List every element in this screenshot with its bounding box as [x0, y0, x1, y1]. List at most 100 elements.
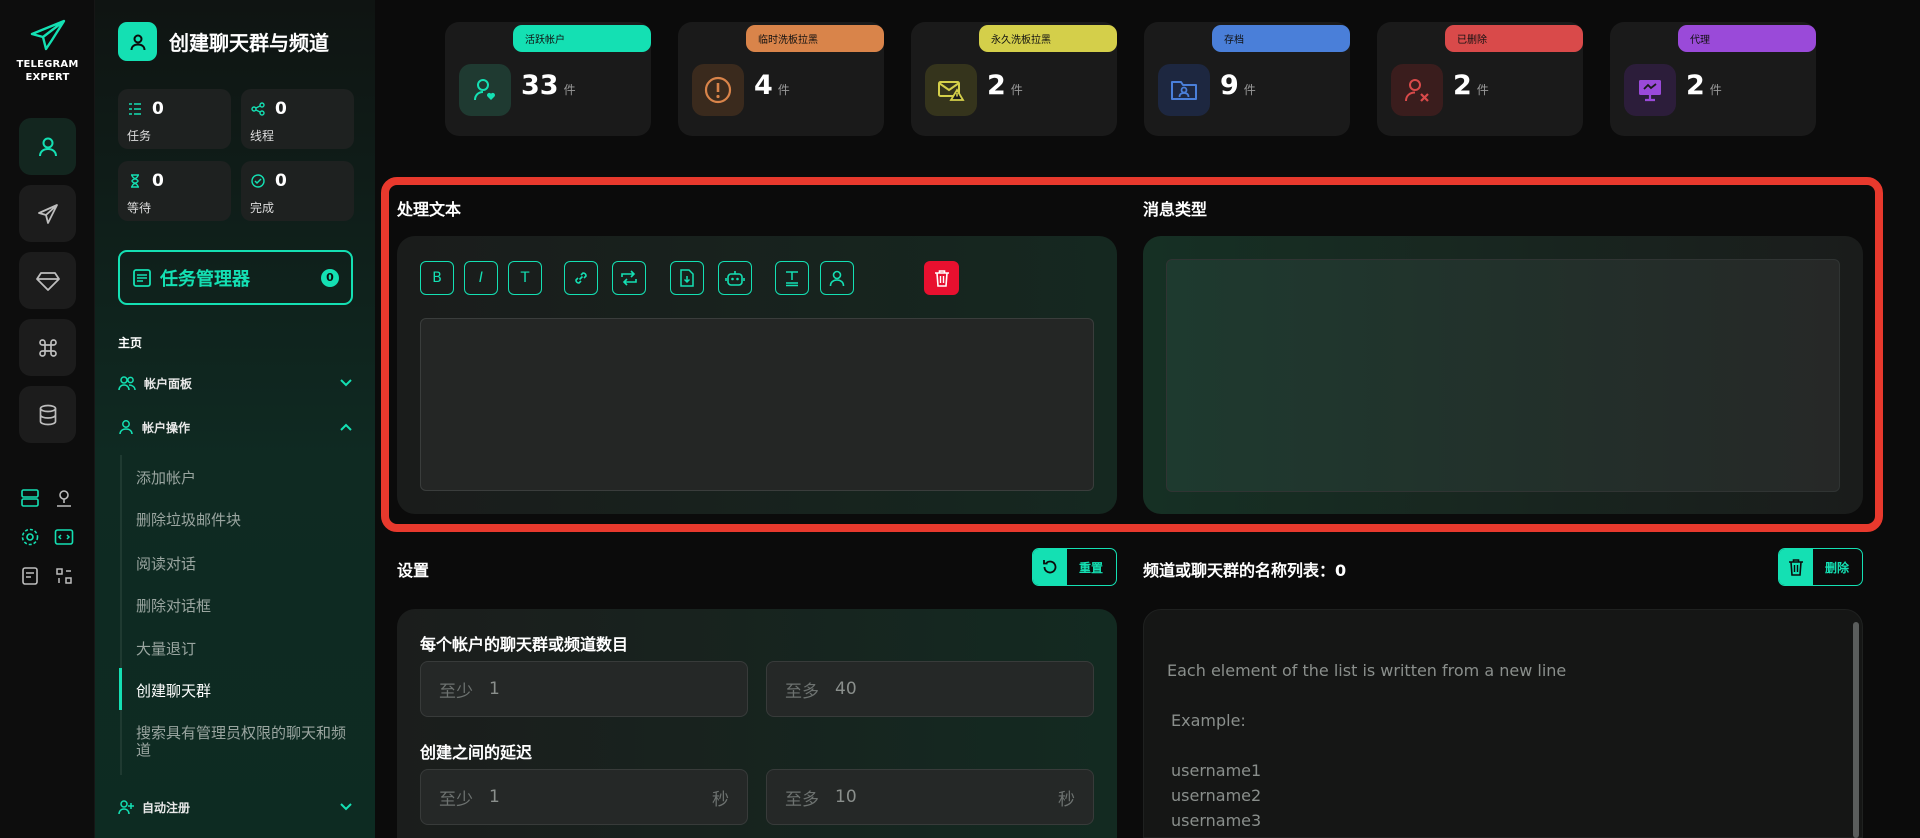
stat-value: 0 — [152, 99, 164, 119]
app-logo: TELEGRAM EXPERT — [0, 18, 95, 84]
delete-list-button[interactable]: 删除 — [1778, 548, 1863, 586]
submenu-active-indicator — [119, 668, 122, 710]
stat-card-value: 2件 — [1453, 70, 1489, 101]
menu-account-operations-label: 帐户操作 — [142, 420, 191, 435]
page-title: 创建聊天群与频道 — [169, 31, 329, 55]
submenu-create-chats[interactable]: 创建聊天群 — [136, 683, 351, 700]
text-button[interactable]: T — [508, 261, 542, 295]
check-circle-icon — [251, 174, 265, 188]
chevron-up-icon — [340, 423, 352, 431]
rail-send-button[interactable] — [19, 185, 76, 242]
rail-location-user-icon[interactable] — [53, 487, 75, 509]
rail-command-button[interactable] — [19, 319, 76, 376]
delay-max-input[interactable]: 至多 10 秒 — [766, 769, 1094, 825]
stat-value: 0 — [275, 171, 287, 191]
delay-label: 创建之间的延迟 — [420, 743, 533, 762]
names-list-scrollbar[interactable] — [1853, 622, 1859, 838]
menu-auto-register[interactable]: 自动注册 — [118, 796, 353, 818]
rail-accounts-button[interactable] — [19, 118, 76, 175]
stat-card-temp-blocked[interactable]: 临时洗板拉黑 4件 — [678, 22, 884, 136]
per-account-min-input[interactable]: 至少 1 — [420, 661, 748, 717]
rail-code-icon[interactable] — [53, 526, 75, 548]
template-button[interactable] — [775, 261, 809, 295]
stat-card-archived[interactable]: 存档 9件 — [1144, 22, 1350, 136]
submenu-add-account[interactable]: 添加帐户 — [136, 470, 351, 487]
message-type-selector[interactable] — [1166, 259, 1840, 492]
repeat-button[interactable] — [612, 261, 646, 295]
submenu-read-dialogs[interactable]: 阅读对话 — [136, 556, 351, 573]
share-icon — [251, 102, 265, 116]
sidebar-header: 创建聊天群与频道 — [118, 22, 329, 61]
bot-button[interactable] — [718, 261, 752, 295]
home-section-label: 主页 — [118, 336, 143, 350]
delay-min-input[interactable]: 至少 1 秒 — [420, 769, 748, 825]
rail-grid-icon[interactable] — [53, 565, 75, 587]
list-icon — [129, 103, 141, 115]
stat-label: 完成 — [250, 201, 275, 215]
task-manager-label: 任务管理器 — [160, 268, 250, 290]
names-list-title: 频道或聊天群的名称列表：0 — [1143, 561, 1347, 580]
stat-card-value: 33 件 — [521, 70, 576, 101]
rail-checklist-icon[interactable] — [19, 565, 41, 587]
names-list-hint: Each element of the list is written from… — [1167, 661, 1567, 680]
link-button[interactable] — [564, 261, 598, 295]
task-manager-button[interactable]: 任务管理器 0 — [118, 250, 353, 305]
stat-value: 0 — [152, 171, 164, 191]
stat-card-pill: 永久洗板拉黑 — [979, 25, 1117, 52]
reset-button[interactable]: 重置 — [1032, 548, 1117, 586]
proxy-monitor-icon — [1624, 64, 1676, 116]
rail-premium-button[interactable] — [19, 252, 76, 309]
stat-card-value: 9件 — [1220, 70, 1256, 101]
repeat-icon — [621, 270, 637, 286]
rail-settings-gear-icon[interactable] — [19, 526, 41, 548]
message-type-title: 消息类型 — [1143, 200, 1208, 219]
clear-text-button[interactable] — [924, 261, 959, 295]
menu-account-operations[interactable]: 帐户操作 — [118, 416, 353, 438]
menu-account-panel[interactable]: 帐户面板 — [118, 372, 353, 394]
names-list-example-3: username3 — [1171, 811, 1262, 830]
submenu-remove-spamblock[interactable]: 删除垃圾邮件块 — [136, 512, 351, 529]
stat-label: 线程 — [250, 129, 275, 143]
mention-user-button[interactable] — [820, 261, 854, 295]
min-placeholder: 至少 — [439, 789, 473, 810]
names-list-example-2: username2 — [1171, 786, 1262, 805]
stat-tasks: 0 任务 — [118, 89, 231, 149]
per-account-max-input[interactable]: 至多 40 — [766, 661, 1094, 717]
bold-icon: B — [432, 270, 442, 286]
logo-line2: EXPERT — [25, 72, 70, 83]
bold-button[interactable]: B — [420, 261, 454, 295]
stat-card-proxy[interactable]: 代理 2件 — [1610, 22, 1816, 136]
task-manager-count-badge: 0 — [321, 268, 339, 287]
link-icon — [575, 272, 587, 284]
submenu-mass-unsubscribe[interactable]: 大量退订 — [136, 641, 351, 658]
stat-card-value: 4件 — [754, 70, 790, 101]
folder-user-icon — [1158, 64, 1210, 116]
rail-server-icon[interactable] — [19, 487, 41, 509]
stat-card-pill: 代理 — [1678, 25, 1816, 52]
robot-icon — [725, 271, 745, 286]
submenu-track — [120, 455, 122, 775]
stat-card-perm-blocked[interactable]: 永久洗板拉黑 2件 — [911, 22, 1117, 136]
chevron-down-icon — [340, 803, 352, 811]
submenu-delete-dialogs[interactable]: 删除对话框 — [136, 598, 351, 615]
trash-icon — [934, 270, 949, 287]
stat-card-active-accounts[interactable]: 活跃帐户 33 件 — [445, 22, 651, 136]
stat-threads: 0 线程 — [241, 89, 354, 149]
italic-button[interactable]: I — [464, 261, 498, 295]
stat-card-deleted[interactable]: 已删除 2件 — [1377, 22, 1583, 136]
names-list-example-label: Example: — [1171, 711, 1246, 730]
import-file-button[interactable] — [670, 261, 704, 295]
user-icon — [829, 270, 845, 287]
trash-icon — [1779, 549, 1813, 585]
italic-icon: I — [478, 270, 484, 286]
reset-icon — [1033, 549, 1067, 585]
submenu-search-admin-chats[interactable]: 搜索具有管理员权限的聊天和频道 — [136, 725, 351, 759]
diamond-icon — [35, 271, 60, 291]
stat-card-pill: 临时洗板拉黑 — [746, 25, 884, 52]
alert-circle-icon — [692, 64, 744, 116]
menu-auto-register-label: 自动注册 — [142, 800, 191, 815]
stat-done: 0 完成 — [241, 161, 354, 221]
message-text-input[interactable] — [420, 318, 1094, 491]
min-placeholder: 至少 — [439, 681, 473, 702]
rail-database-button[interactable] — [19, 386, 76, 443]
